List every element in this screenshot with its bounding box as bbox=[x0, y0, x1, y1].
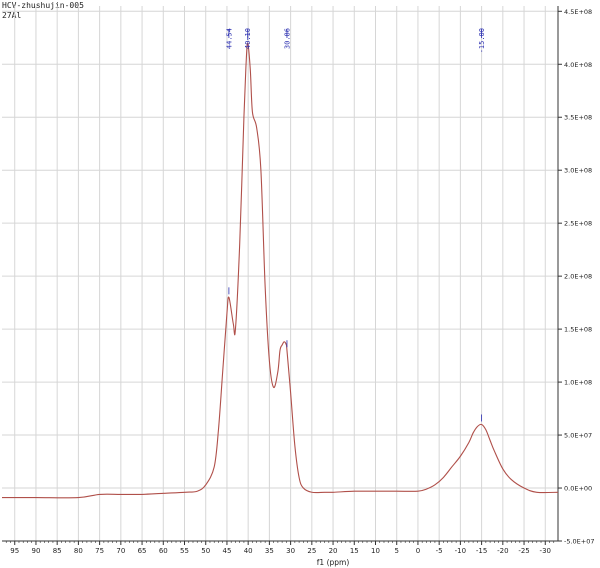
x-tick-label: 5 bbox=[394, 547, 398, 555]
nmr-spectrum-chart: 95 90 85 80 75 70 65 60 55 50 45 40 35 30 25 20 15 10 5 0 -5… bbox=[1, 6, 595, 567]
y-tick-label: -5.0E+07 bbox=[564, 538, 595, 546]
x-tick-label: 40 bbox=[244, 547, 253, 555]
x-tick-label: -10 bbox=[455, 547, 466, 555]
x-tick-label: -25 bbox=[518, 547, 529, 555]
y-tick-label: 1.0E+08 bbox=[564, 379, 592, 387]
y-tick-label: 3.0E+08 bbox=[564, 167, 592, 175]
x-tick-label: 10 bbox=[371, 547, 380, 555]
x-tick-label: 25 bbox=[307, 547, 316, 555]
x-tick-label: 20 bbox=[329, 547, 338, 555]
x-tick-label: -30 bbox=[540, 547, 551, 555]
x-tick-label: 95 bbox=[10, 547, 19, 555]
x-tick-label: -20 bbox=[497, 547, 508, 555]
y-tick-label: 2.0E+08 bbox=[564, 273, 592, 281]
peak-label: -15.00 bbox=[478, 28, 486, 53]
x-tick-label: 75 bbox=[95, 547, 104, 555]
y-tick-label: 0.0E+00 bbox=[564, 485, 592, 493]
x-axis-title: f1 (ppm) bbox=[317, 558, 350, 567]
y-tick-label: 5.0E+07 bbox=[564, 432, 592, 440]
x-tick-label: 35 bbox=[265, 547, 274, 555]
x-tick-label: 90 bbox=[31, 547, 40, 555]
x-tick-label: 55 bbox=[180, 547, 189, 555]
x-tick-label: 60 bbox=[159, 547, 168, 555]
peak-label: 30.86 bbox=[283, 28, 291, 49]
x-tick-label: 85 bbox=[53, 547, 62, 555]
y-tick-label: 3.5E+08 bbox=[564, 114, 592, 122]
y-tick-label: 4.5E+08 bbox=[564, 8, 592, 16]
y-tick-label: 4.0E+08 bbox=[564, 61, 592, 69]
peak-label: 40.10 bbox=[244, 28, 252, 49]
x-tick-label: -15 bbox=[476, 547, 487, 555]
x-tick-label: 15 bbox=[350, 547, 359, 555]
y-tick-label: 1.5E+08 bbox=[564, 326, 592, 334]
peak-label: 44.54 bbox=[225, 28, 233, 49]
spectrum-line-0 bbox=[1, 42, 559, 499]
x-tick-label: 80 bbox=[74, 547, 83, 555]
x-tick-label: 30 bbox=[286, 547, 295, 555]
x-tick-label: 0 bbox=[416, 547, 420, 555]
y-tick-label: 2.5E+08 bbox=[564, 220, 592, 228]
x-tick-label: 50 bbox=[201, 547, 210, 555]
x-tick-label: 65 bbox=[138, 547, 147, 555]
x-tick-label: -5 bbox=[436, 547, 443, 555]
x-tick-label: 45 bbox=[222, 547, 231, 555]
x-tick-label: 70 bbox=[116, 547, 125, 555]
